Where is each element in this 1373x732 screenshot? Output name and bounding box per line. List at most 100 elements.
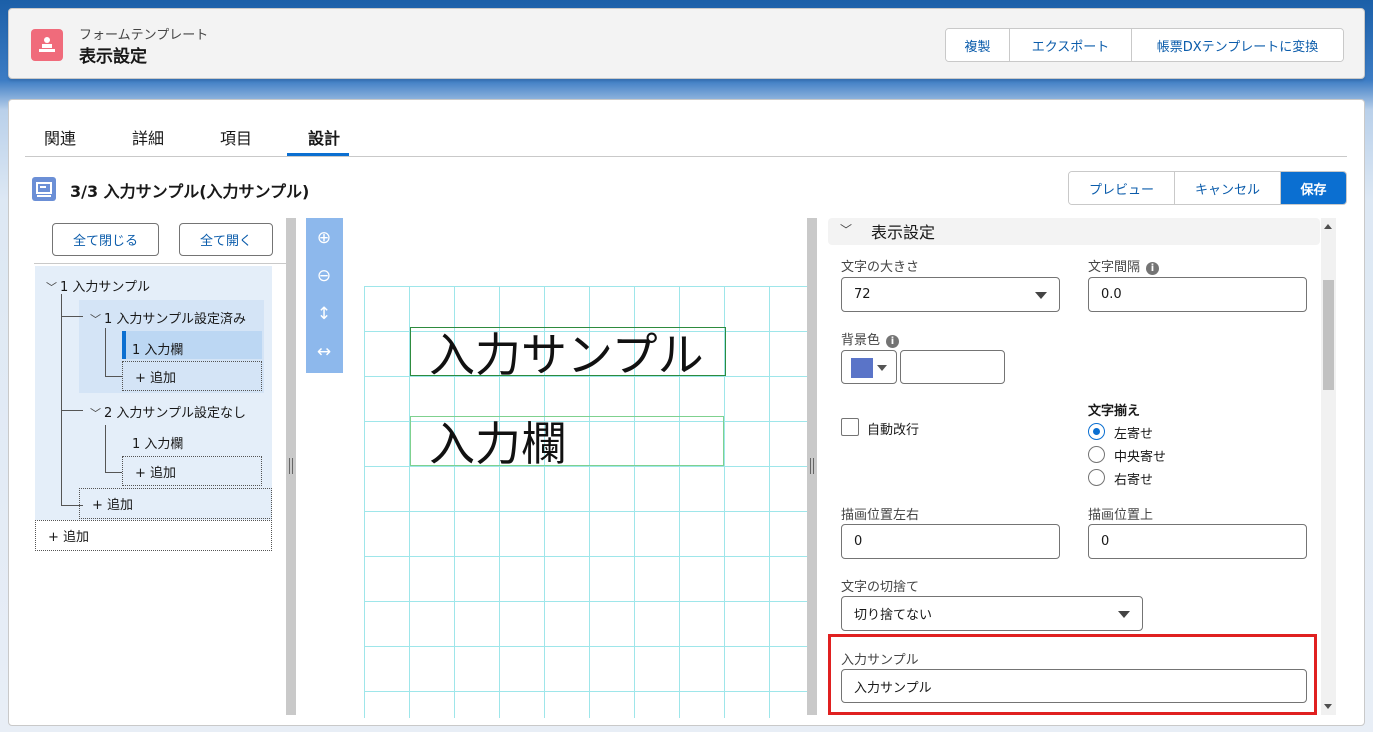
canvas-field-input[interactable]: 入力欄 bbox=[410, 416, 724, 471]
scroll-up-icon[interactable] bbox=[1324, 224, 1332, 229]
tree-node-label: 2 入力サンプル設定なし bbox=[104, 406, 247, 421]
align-right-label: 右寄せ bbox=[1114, 473, 1154, 488]
font-size-value: 72 bbox=[854, 287, 871, 302]
design-canvas[interactable]: 入力サンプル 入力欄 bbox=[364, 286, 807, 718]
pos-y-input[interactable]: 0 bbox=[1088, 524, 1307, 559]
truncate-value: 切り捨てない bbox=[854, 608, 933, 623]
align-left-radio[interactable] bbox=[1088, 423, 1105, 440]
add-to-group2-button[interactable]: + 追加 bbox=[122, 456, 262, 486]
object-type-label: フォームテンプレート bbox=[79, 28, 209, 43]
expand-all-button[interactable]: 全て開く bbox=[179, 223, 273, 256]
header-actions: 複製 エクスポート 帳票DXテンプレートに変換 bbox=[945, 28, 1344, 62]
chevron-down-icon bbox=[877, 365, 887, 371]
tree-line bbox=[105, 328, 106, 376]
bg-color-label: 背景色 i bbox=[841, 329, 900, 348]
truncate-select[interactable]: 切り捨てない bbox=[841, 596, 1143, 631]
align-left-label: 左寄せ bbox=[1114, 427, 1154, 442]
drag-handle-icon[interactable] bbox=[810, 458, 814, 474]
color-swatch bbox=[851, 358, 873, 378]
active-tab-indicator bbox=[287, 153, 349, 156]
tree-node-group1[interactable]: ﹀ 1 入力サンプル設定済み bbox=[90, 308, 246, 327]
char-spacing-input[interactable]: 0.0 bbox=[1088, 277, 1307, 312]
save-button[interactable]: 保存 bbox=[1281, 172, 1346, 204]
fit-height-icon[interactable]: ↕ bbox=[314, 304, 334, 324]
duplicate-button[interactable]: 複製 bbox=[946, 29, 1010, 61]
zoom-toolbar: ⊕ ⊖ ↕ ↔ bbox=[306, 218, 343, 373]
scroll-down-icon[interactable] bbox=[1324, 704, 1332, 709]
chevron-down-icon bbox=[1118, 611, 1130, 618]
tree-node-root[interactable]: ﹀ 1 入力サンプル bbox=[46, 276, 150, 295]
tab-fields[interactable]: 項目 bbox=[220, 125, 252, 149]
convert-template-button[interactable]: 帳票DXテンプレートに変換 bbox=[1132, 29, 1343, 61]
chevron-down-icon: ﹀ bbox=[90, 313, 101, 326]
scroll-thumb[interactable] bbox=[1323, 280, 1334, 390]
tab-bar: 関連 詳細 項目 設計 bbox=[25, 122, 1347, 157]
tree-node-group2[interactable]: ﹀ 2 入力サンプル設定なし bbox=[90, 402, 246, 421]
tree-line bbox=[61, 316, 83, 317]
align-right-radio[interactable] bbox=[1088, 469, 1105, 486]
truncate-label: 文字の切捨て bbox=[841, 580, 920, 595]
fit-width-icon[interactable]: ↔ bbox=[314, 342, 334, 362]
tree-line bbox=[105, 376, 122, 377]
tree-line bbox=[61, 294, 62, 506]
chevron-down-icon: ﹀ bbox=[46, 281, 57, 294]
bg-color-input[interactable] bbox=[900, 350, 1005, 384]
tree-divider bbox=[34, 263, 287, 264]
add-top-level-button[interactable]: + 追加 bbox=[35, 520, 272, 551]
tree-node-label: 1 入力サンプル bbox=[60, 280, 151, 295]
bg-color-label-text: 背景色 bbox=[841, 333, 881, 348]
export-button[interactable]: エクスポート bbox=[1010, 29, 1132, 61]
chevron-down-icon bbox=[1035, 292, 1047, 299]
page-title: 表示設定 bbox=[79, 47, 147, 67]
canvas-field-sample[interactable]: 入力サンプル bbox=[410, 327, 726, 382]
char-spacing-label: 文字間隔 i bbox=[1088, 256, 1160, 275]
tab-related[interactable]: 関連 bbox=[44, 125, 76, 149]
design-actions: プレビュー キャンセル 保存 bbox=[1068, 171, 1347, 205]
pos-x-label: 描画位置左右 bbox=[841, 508, 920, 523]
info-icon[interactable]: i bbox=[1146, 262, 1160, 275]
cancel-button[interactable]: キャンセル bbox=[1175, 172, 1281, 204]
properties-scrollbar[interactable] bbox=[1321, 218, 1336, 715]
align-center-label: 中央寄せ bbox=[1114, 450, 1167, 465]
pos-x-input[interactable]: 0 bbox=[841, 524, 1060, 559]
highlight-box bbox=[828, 634, 1317, 715]
add-to-root-button[interactable]: + 追加 bbox=[79, 488, 272, 519]
tree-selected-bar bbox=[122, 331, 126, 359]
tree-node-label: 1 入力サンプル設定済み bbox=[104, 312, 247, 327]
zoom-in-icon[interactable]: ⊕ bbox=[314, 228, 334, 248]
tree-node-group2-item[interactable]: 1 入力欄 bbox=[132, 433, 183, 452]
right-splitter[interactable] bbox=[807, 218, 817, 715]
main-card: 関連 詳細 項目 設計 3/3 入力サンプル(入力サンプル) プレビュー キャン… bbox=[8, 99, 1365, 726]
preview-button[interactable]: プレビュー bbox=[1069, 172, 1175, 204]
drag-handle-icon[interactable] bbox=[289, 458, 293, 474]
layout-icon bbox=[32, 177, 56, 201]
add-to-group1-button[interactable]: + 追加 bbox=[122, 361, 262, 391]
color-picker-button[interactable] bbox=[841, 350, 897, 384]
tab-details[interactable]: 詳細 bbox=[132, 125, 164, 149]
font-size-select[interactable]: 72 bbox=[841, 277, 1060, 312]
tree-line bbox=[105, 472, 122, 473]
auto-wrap-checkbox[interactable] bbox=[841, 418, 859, 436]
text-align-label: 文字揃え bbox=[1088, 404, 1141, 419]
left-splitter[interactable] bbox=[286, 218, 296, 715]
auto-wrap-label: 自動改行 bbox=[867, 423, 920, 438]
chevron-down-icon: ﹀ bbox=[90, 407, 101, 420]
section-title: 3/3 入力サンプル(入力サンプル) bbox=[70, 182, 310, 201]
pos-y-label: 描画位置上 bbox=[1088, 508, 1154, 523]
tree-panel: 全て閉じる 全て開く ﹀ 1 入力サンプル ﹀ 1 入力サンプル設定済み 1 入力欄… bbox=[34, 218, 287, 715]
tree-line bbox=[61, 410, 83, 411]
tree-line bbox=[105, 425, 106, 472]
zoom-out-icon[interactable]: ⊖ bbox=[314, 266, 334, 286]
collapse-all-button[interactable]: 全て閉じる bbox=[52, 223, 159, 256]
char-spacing-label-text: 文字間隔 bbox=[1088, 260, 1141, 275]
align-center-radio[interactable] bbox=[1088, 446, 1105, 463]
form-template-icon bbox=[31, 29, 63, 61]
font-size-label: 文字の大きさ bbox=[841, 260, 920, 275]
info-icon[interactable]: i bbox=[886, 335, 900, 348]
chevron-down-icon: ﹀ bbox=[840, 223, 853, 237]
tree-node-group1-item[interactable]: 1 入力欄 bbox=[132, 339, 183, 358]
properties-section-title: 表示設定 bbox=[871, 223, 936, 242]
page-header: フォームテンプレート 表示設定 複製 エクスポート 帳票DXテンプレートに変換 bbox=[8, 8, 1365, 79]
tab-design[interactable]: 設計 bbox=[308, 125, 340, 149]
properties-section-header[interactable]: ﹀ 表示設定 bbox=[828, 218, 1320, 245]
